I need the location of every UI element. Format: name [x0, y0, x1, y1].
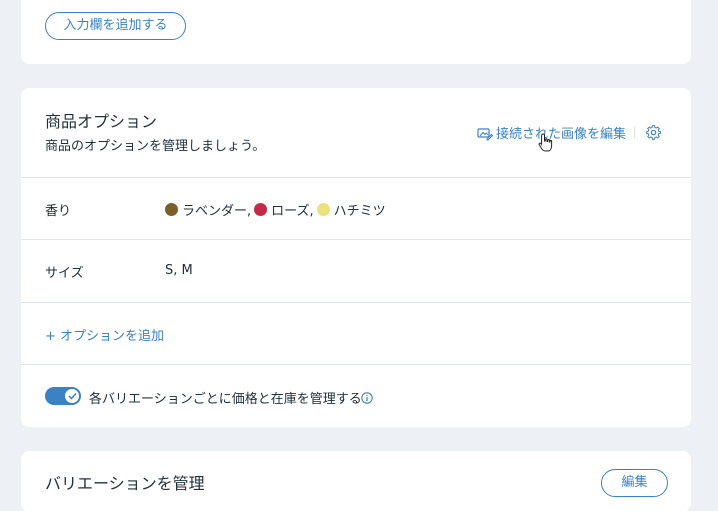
- product-options-card: 商品オプション 商品のオプションを管理しましょう。 接続された画像を編集 香り …: [21, 88, 691, 427]
- custom-fields-card: 入力欄を追加する: [21, 0, 691, 64]
- choice-label: ハチミツ: [333, 204, 386, 219]
- color-swatch-rose: [254, 203, 268, 216]
- edit-variations-button[interactable]: 編集: [601, 469, 668, 497]
- section-subtitle: 商品のオプションを管理しましょう。: [45, 139, 266, 154]
- vertical-separator: [634, 127, 635, 139]
- edit-connected-images-label: 接続された画像を編集: [496, 127, 627, 142]
- info-icon[interactable]: [361, 389, 373, 404]
- divider: [21, 364, 691, 365]
- manage-variations-toggle[interactable]: [45, 387, 81, 405]
- divider: [21, 177, 691, 178]
- image-edit-icon: [477, 126, 494, 140]
- add-option-link[interactable]: + オプションを追加: [45, 325, 164, 344]
- toggle-label: 各バリエーションごとに価格と在庫を管理する: [89, 392, 362, 407]
- hand-cursor-icon: [538, 133, 554, 153]
- section-title: 商品オプション: [45, 112, 158, 131]
- add-field-button[interactable]: 入力欄を追加する: [45, 12, 186, 40]
- section-title: バリエーションを管理: [45, 474, 205, 493]
- option-name: 香り: [45, 204, 72, 219]
- divider: [21, 239, 691, 240]
- color-swatch-honey: [316, 203, 330, 216]
- choice-label: ラベンダー,: [182, 204, 252, 219]
- settings-gear-icon[interactable]: [646, 125, 661, 140]
- check-icon: [67, 392, 77, 400]
- option-values: S, M: [165, 263, 193, 278]
- color-swatch-lavender: [165, 203, 178, 216]
- manage-variations-card: バリエーションを管理 編集: [21, 451, 691, 511]
- divider: [21, 302, 691, 303]
- option-values: ラベンダー, ローズ, ハチミツ: [165, 200, 386, 219]
- option-name: サイズ: [45, 266, 84, 281]
- toggle-knob: [65, 389, 79, 403]
- choice-label: ローズ,: [271, 204, 314, 219]
